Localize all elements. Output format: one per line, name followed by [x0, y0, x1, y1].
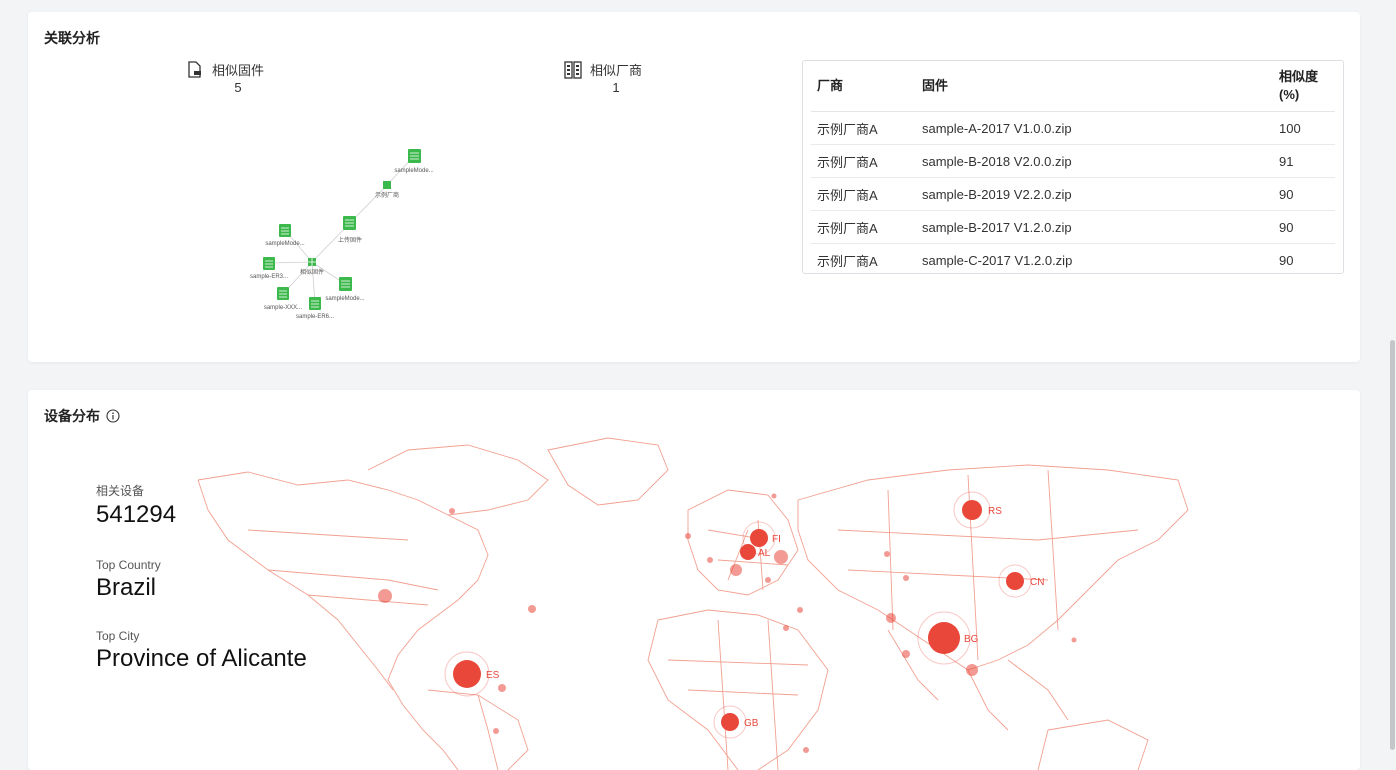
cell-vendor: 示例厂商A: [817, 253, 878, 269]
cell-firmware: sample-B-2017 V1.2.0.zip: [916, 210, 1273, 244]
cell-similarity: 91: [1273, 144, 1335, 178]
column-header-similarity[interactable]: 相似度 (%): [1273, 61, 1335, 112]
table-header-row: 厂商 固件 相似度 (%): [811, 61, 1335, 112]
similar-firmware-count: 5: [234, 80, 242, 95]
table-row[interactable]: 示例厂商A sample-B-2018 V2.0.0.zip 91: [811, 144, 1335, 178]
similarity-table-container: 厂商 固件 相似度 (%) 示例厂商A sample-A-2017 V1.0.0.…: [802, 60, 1344, 274]
similarity-header-label: 相似度: [1279, 69, 1319, 84]
marker-label-es: ES: [486, 670, 500, 681]
marker-label-bg: BG: [964, 634, 979, 645]
graph-node-label: sampleMode...: [325, 296, 365, 302]
similar-firmware-stat[interactable]: 相似固件 5: [184, 60, 264, 95]
cell-similarity: 90: [1279, 252, 1294, 268]
graph-node-label: sample-ER3...: [250, 274, 288, 280]
graph-node-icon[interactable]: [279, 224, 291, 237]
cell-firmware: sample-B-2019 V2.2.0.zip: [916, 177, 1273, 211]
cell-vendor: 示例厂商A: [811, 210, 916, 244]
relation-graph[interactable]: sampleMode... 示例厂商 上传固件 sampleMode... sa…: [228, 132, 488, 332]
similarity-header-unit: (%): [1279, 87, 1300, 102]
cell-firmware: sample-C-2017 V1.2.0.zip: [922, 252, 1073, 268]
table-row[interactable]: 示例厂商A sample-B-2017 V1.2.0.zip 90: [811, 210, 1335, 244]
similarity-table: 厂商 固件 相似度 (%) 示例厂商A sample-A-2017 V1.0.0.…: [811, 61, 1335, 276]
marker-label-fi: FI: [772, 534, 781, 545]
top-country-value: Brazil: [96, 574, 157, 601]
firmware-file-icon: [188, 61, 201, 78]
graph-node-icon[interactable]: [263, 257, 275, 270]
page-scrollbar[interactable]: [1389, 0, 1396, 753]
distribution-title: 设备分布: [44, 408, 100, 424]
graph-node-label: sampleMode...: [265, 241, 305, 247]
graph-node-icon[interactable]: [343, 216, 356, 230]
top-city-label: Top City: [96, 629, 140, 643]
major-markers[interactable]: [444, 491, 1032, 739]
association-card: 关联分析 相似固件 5 相似厂商 1 sampleMode... 示例厂商 上传…: [28, 12, 1360, 362]
similar-vendor-stat[interactable]: 相似厂商 1: [564, 60, 642, 95]
cell-similarity: 90: [1273, 210, 1335, 244]
cell-similarity: 90: [1273, 177, 1335, 211]
cell-vendor: 示例厂商A: [811, 177, 916, 211]
related-devices-value: 541294: [96, 501, 177, 528]
related-devices-label: 相关设备: [96, 484, 145, 498]
graph-node-label: 示例厂商: [375, 191, 399, 199]
graph-node-icon[interactable]: [277, 287, 289, 300]
center-node-icon[interactable]: [308, 258, 316, 266]
marker-label-gb: GB: [744, 718, 759, 729]
cell-vendor: 示例厂商A: [811, 144, 916, 178]
graph-node-label: sample-ER6...: [296, 314, 334, 320]
cell-vendor: 示例厂商A: [811, 111, 916, 145]
building-icon: [564, 61, 582, 79]
association-title: 关联分析: [44, 30, 100, 46]
graph-node-label: 上传固件: [338, 236, 362, 244]
graph-node-icon[interactable]: [309, 297, 321, 310]
distribution-card: 设备分布 RS FI AL CN BG ES GB 相关设备 541294 To…: [28, 390, 1360, 770]
marker-label-rs: RS: [988, 506, 1002, 517]
cell-firmware: sample-B-2018 V2.0.0.zip: [916, 144, 1273, 178]
world-map[interactable]: RS FI AL CN BG ES GB: [188, 430, 1198, 770]
graph-node-icon[interactable]: [408, 149, 421, 163]
top-city-stat: Top City Province of Alicante: [96, 629, 307, 673]
graph-node-label: sampleMode...: [394, 168, 434, 174]
marker-label-cn: CN: [1030, 577, 1044, 588]
info-icon[interactable]: [106, 409, 120, 423]
column-header-firmware[interactable]: 固件: [916, 61, 1273, 112]
graph-node-label: sample-XXX...: [264, 305, 303, 311]
scrollbar-thumb[interactable]: [1390, 340, 1395, 750]
related-devices-stat: 相关设备 541294: [96, 482, 176, 529]
column-header-vendor[interactable]: 厂商: [811, 61, 916, 112]
top-city-value: Province of Alicante: [96, 645, 307, 672]
table-row[interactable]: 示例厂商A sample-C-2017 V1.2.0.zip 90: [811, 244, 1335, 277]
table-row[interactable]: 示例厂商A sample-B-2019 V2.2.0.zip 90: [811, 177, 1335, 211]
top-country-stat: Top Country Brazil: [96, 558, 161, 602]
map-outlines: [197, 437, 1189, 770]
similar-firmware-label: 相似固件: [212, 63, 265, 78]
top-country-label: Top Country: [96, 558, 161, 572]
marker-label-al: AL: [758, 548, 771, 559]
graph-node-icon[interactable]: [339, 277, 352, 291]
graph-node-label: 相似固件: [300, 268, 324, 276]
vendor-node-icon[interactable]: [383, 181, 391, 189]
cell-firmware: sample-A-2017 V1.0.0.zip: [916, 111, 1273, 145]
cell-similarity: 100: [1273, 111, 1335, 145]
distribution-title-row: 设备分布: [44, 406, 120, 426]
similar-vendor-label: 相似厂商: [590, 63, 643, 78]
table-row[interactable]: 示例厂商A sample-A-2017 V1.0.0.zip 100: [811, 111, 1335, 145]
similar-vendor-count: 1: [612, 80, 620, 95]
